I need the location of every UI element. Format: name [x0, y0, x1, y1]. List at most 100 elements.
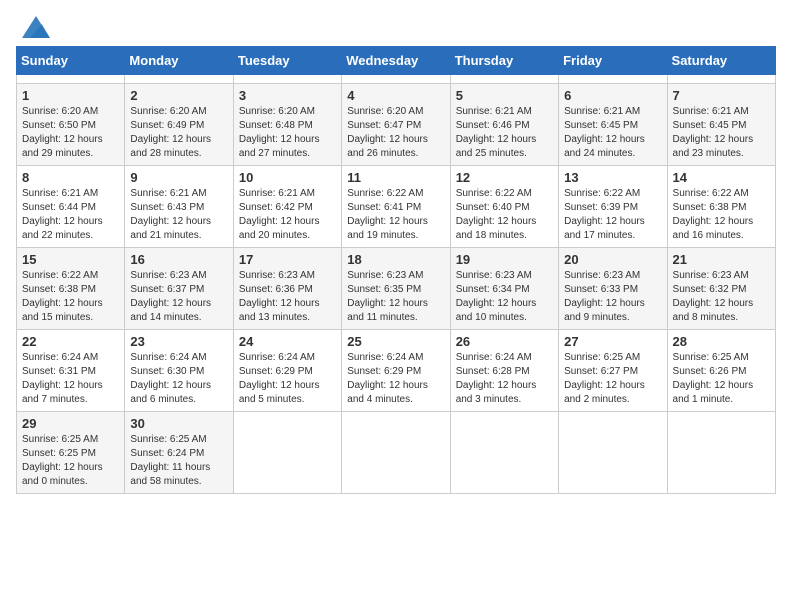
day-info: Sunrise: 6:23 AMSunset: 6:33 PMDaylight:…: [564, 269, 661, 325]
day-number: 5: [456, 88, 553, 103]
calendar-cell: 10 Sunrise: 6:21 AMSunset: 6:42 PMDayligh…: [233, 166, 341, 248]
day-number: 11: [347, 170, 444, 185]
calendar-cell: 20 Sunrise: 6:23 AMSunset: 6:33 PMDayligh…: [559, 248, 667, 330]
day-info: Sunrise: 6:21 AMSunset: 6:43 PMDaylight:…: [130, 187, 227, 243]
day-header-monday: Monday: [125, 47, 233, 75]
day-info: Sunrise: 6:24 AMSunset: 6:28 PMDaylight:…: [456, 351, 553, 407]
day-number: 29: [22, 416, 119, 431]
day-number: 10: [239, 170, 336, 185]
day-info: Sunrise: 6:24 AMSunset: 6:29 PMDaylight:…: [347, 351, 444, 407]
calendar-cell: 16Sunrise: 6:23 AMSunset: 6:37 PMDayligh…: [125, 248, 233, 330]
calendar-cell: 30 Sunrise: 6:25 AMSunset: 6:24 PMDayligh…: [125, 412, 233, 494]
calendar-cell: 6 Sunrise: 6:21 AMSunset: 6:45 PMDaylight…: [559, 84, 667, 166]
day-number: 16: [130, 252, 227, 267]
day-number: 26: [456, 334, 553, 349]
calendar-cell: [233, 412, 341, 494]
calendar-cell: 12Sunrise: 6:22 AMSunset: 6:40 PMDayligh…: [450, 166, 558, 248]
day-number: 1: [22, 88, 119, 103]
day-number: 28: [673, 334, 770, 349]
day-info: Sunrise: 6:21 AMSunset: 6:45 PMDaylight:…: [564, 105, 661, 161]
day-header-thursday: Thursday: [450, 47, 558, 75]
day-info: Sunrise: 6:25 AMSunset: 6:27 PMDaylight:…: [564, 351, 661, 407]
day-number: 27: [564, 334, 661, 349]
day-number: 6: [564, 88, 661, 103]
calendar-cell: 1 Sunrise: 6:20 AMSunset: 6:50 PMDaylight…: [17, 84, 125, 166]
day-info: Sunrise: 6:20 AMSunset: 6:49 PMDaylight:…: [130, 105, 227, 161]
calendar-cell: [233, 75, 341, 84]
calendar-cell: 22 Sunrise: 6:24 AMSunset: 6:31 PMDayligh…: [17, 330, 125, 412]
day-info: Sunrise: 6:24 AMSunset: 6:30 PMDaylight:…: [130, 351, 227, 407]
calendar-cell: 11 Sunrise: 6:22 AMSunset: 6:41 PMDayligh…: [342, 166, 450, 248]
day-info: Sunrise: 6:22 AMSunset: 6:41 PMDaylight:…: [347, 187, 444, 243]
day-info: Sunrise: 6:23 AMSunset: 6:35 PMDaylight:…: [347, 269, 444, 325]
day-info: Sunrise: 6:23 AMSunset: 6:36 PMDaylight:…: [239, 269, 336, 325]
day-info: Sunrise: 6:24 AMSunset: 6:29 PMDaylight:…: [239, 351, 336, 407]
day-info: Sunrise: 6:24 AMSunset: 6:31 PMDaylight:…: [22, 351, 119, 407]
day-number: 25: [347, 334, 444, 349]
day-number: 20: [564, 252, 661, 267]
day-info: Sunrise: 6:20 AMSunset: 6:48 PMDaylight:…: [239, 105, 336, 161]
calendar-week-row: 1 Sunrise: 6:20 AMSunset: 6:50 PMDaylight…: [17, 84, 776, 166]
day-header-tuesday: Tuesday: [233, 47, 341, 75]
calendar-cell: [125, 75, 233, 84]
calendar-cell: 3 Sunrise: 6:20 AMSunset: 6:48 PMDaylight…: [233, 84, 341, 166]
calendar-cell: 13 Sunrise: 6:22 AMSunset: 6:39 PMDayligh…: [559, 166, 667, 248]
day-info: Sunrise: 6:21 AMSunset: 6:46 PMDaylight:…: [456, 105, 553, 161]
calendar-cell: 7 Sunrise: 6:21 AMSunset: 6:45 PMDaylight…: [667, 84, 775, 166]
day-number: 7: [673, 88, 770, 103]
page-header: [16, 16, 776, 38]
day-info: Sunrise: 6:23 AMSunset: 6:32 PMDaylight:…: [673, 269, 770, 325]
calendar-cell: 9 Sunrise: 6:21 AMSunset: 6:43 PMDaylight…: [125, 166, 233, 248]
day-info: Sunrise: 6:25 AMSunset: 6:25 PMDaylight:…: [22, 433, 119, 489]
calendar-cell: [559, 75, 667, 84]
day-header-saturday: Saturday: [667, 47, 775, 75]
day-header-sunday: Sunday: [17, 47, 125, 75]
day-number: 9: [130, 170, 227, 185]
calendar-cell: 29 Sunrise: 6:25 AMSunset: 6:25 PMDayligh…: [17, 412, 125, 494]
day-number: 17: [239, 252, 336, 267]
day-info: Sunrise: 6:22 AMSunset: 6:38 PMDaylight:…: [22, 269, 119, 325]
calendar-cell: 17 Sunrise: 6:23 AMSunset: 6:36 PMDayligh…: [233, 248, 341, 330]
calendar-cell: [342, 412, 450, 494]
day-info: Sunrise: 6:22 AMSunset: 6:39 PMDaylight:…: [564, 187, 661, 243]
calendar-cell: 24 Sunrise: 6:24 AMSunset: 6:29 PMDayligh…: [233, 330, 341, 412]
calendar-cell: 8Sunrise: 6:21 AMSunset: 6:44 PMDaylight…: [17, 166, 125, 248]
calendar-cell: 18 Sunrise: 6:23 AMSunset: 6:35 PMDayligh…: [342, 248, 450, 330]
day-number: 24: [239, 334, 336, 349]
day-number: 3: [239, 88, 336, 103]
calendar-cell: 26 Sunrise: 6:24 AMSunset: 6:28 PMDayligh…: [450, 330, 558, 412]
calendar-week-row: [17, 75, 776, 84]
calendar-cell: [342, 75, 450, 84]
day-number: 22: [22, 334, 119, 349]
calendar-cell: 14Sunrise: 6:22 AMSunset: 6:38 PMDayligh…: [667, 166, 775, 248]
day-info: Sunrise: 6:20 AMSunset: 6:47 PMDaylight:…: [347, 105, 444, 161]
day-number: 8: [22, 170, 119, 185]
day-number: 30: [130, 416, 227, 431]
day-number: 2: [130, 88, 227, 103]
day-number: 12: [456, 170, 553, 185]
calendar-cell: 25 Sunrise: 6:24 AMSunset: 6:29 PMDayligh…: [342, 330, 450, 412]
calendar-cell: [450, 412, 558, 494]
calendar-cell: 5 Sunrise: 6:21 AMSunset: 6:46 PMDaylight…: [450, 84, 558, 166]
day-number: 21: [673, 252, 770, 267]
calendar-cell: 21 Sunrise: 6:23 AMSunset: 6:32 PMDayligh…: [667, 248, 775, 330]
calendar-cell: 23Sunrise: 6:24 AMSunset: 6:30 PMDayligh…: [125, 330, 233, 412]
calendar-cell: [667, 75, 775, 84]
calendar-cell: [559, 412, 667, 494]
calendar-cell: 4 Sunrise: 6:20 AMSunset: 6:47 PMDaylight…: [342, 84, 450, 166]
day-info: Sunrise: 6:23 AMSunset: 6:34 PMDaylight:…: [456, 269, 553, 325]
day-number: 13: [564, 170, 661, 185]
day-info: Sunrise: 6:21 AMSunset: 6:45 PMDaylight:…: [673, 105, 770, 161]
day-number: 14: [673, 170, 770, 185]
day-info: Sunrise: 6:20 AMSunset: 6:50 PMDaylight:…: [22, 105, 119, 161]
days-header-row: SundayMondayTuesdayWednesdayThursdayFrid…: [17, 47, 776, 75]
logo-icon: [22, 16, 50, 38]
day-info: Sunrise: 6:25 AMSunset: 6:24 PMDaylight:…: [130, 433, 227, 489]
day-info: Sunrise: 6:25 AMSunset: 6:26 PMDaylight:…: [673, 351, 770, 407]
calendar-week-row: 8Sunrise: 6:21 AMSunset: 6:44 PMDaylight…: [17, 166, 776, 248]
day-info: Sunrise: 6:21 AMSunset: 6:42 PMDaylight:…: [239, 187, 336, 243]
day-number: 19: [456, 252, 553, 267]
calendar-week-row: 15Sunrise: 6:22 AMSunset: 6:38 PMDayligh…: [17, 248, 776, 330]
day-number: 4: [347, 88, 444, 103]
day-number: 18: [347, 252, 444, 267]
